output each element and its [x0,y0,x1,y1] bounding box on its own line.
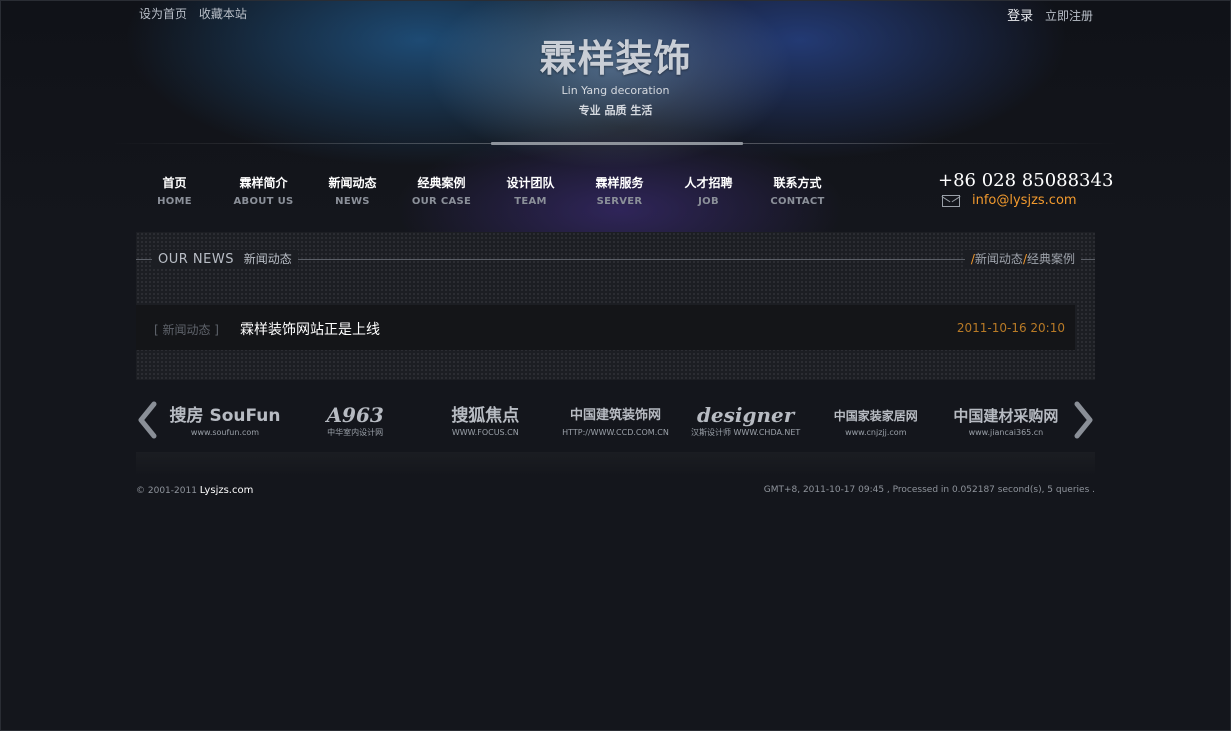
nav-label: 首页 [162,176,187,190]
nav-item-about[interactable]: 霖样简介 ABOUT US [219,174,308,207]
nav-label: 霖样服务 [595,176,644,190]
partner-url: 中华室内设计网 [327,427,384,437]
news-item-title[interactable]: 霖样装饰网站正是上线 [240,319,380,339]
partner-name: 搜房 SouFun [169,405,281,426]
partner-name: designer [696,402,795,427]
partner-url: www.jiancai365.cn [968,427,1044,437]
site-logo[interactable]: 霖样装饰 Lin Yang decoration 专业 品质 生活 [0,28,1231,118]
partner-url: www.cnjzjj.com [845,427,907,437]
header-divider-highlight [491,142,743,145]
nav-item-home[interactable]: 首页 HOME [130,174,219,207]
nav-sublabel: SERVER [596,196,643,207]
partner-name: 搜狐焦点 [451,405,520,426]
partner-carousel: 搜房 SouFun www.soufun.com A963 中华室内设计网 搜狐… [136,395,1095,447]
nav-sublabel: ABOUT US [233,196,294,207]
main-nav: 首页 HOME 霖样简介 ABOUT US 新闻动态 NEWS 经典案例 OUR… [130,174,842,207]
partner-logo-cnjzjj[interactable]: 中国家装家居网 www.cnjzjj.com [817,398,935,444]
partner-url: 汉斯设计师 WWW.CHDA.NET [690,427,801,437]
footer-copyright: © 2001-2011 Lysjzs.com [136,485,253,496]
news-title-en: OUR NEWS [158,252,234,267]
footer-stats: GMT+8, 2011-10-17 09:45 , Processed in 0… [763,485,1095,495]
news-title-cn: 新闻动态 [243,252,292,266]
bookmark-site-link[interactable]: 收藏本站 [199,7,247,21]
partner-logo-jiancai365[interactable]: 中国建材采购网 www.jiancai365.cn [947,398,1065,444]
top-right-links: 登录 立即注册 [999,5,1093,24]
nav-item-contact[interactable]: 联系方式 CONTACT [753,174,842,207]
email-row: info@lysjzs.com [938,193,1113,208]
news-tag: [ 新闻动态 ] [154,323,219,337]
partner-logo-designer[interactable]: designer 汉斯设计师 WWW.CHDA.NET [687,398,805,444]
nav-sublabel: TEAM [514,196,547,207]
partner-logo-a963[interactable]: A963 中华室内设计网 [296,398,414,444]
nav-sublabel: JOB [698,196,719,207]
partner-url: WWW.FOCUS.CN [451,427,519,437]
set-homepage-link[interactable]: 设为首页 [139,7,187,21]
nav-item-case[interactable]: 经典案例 OUR CASE [397,174,486,207]
login-link[interactable]: 登录 [1007,9,1033,24]
logo-slogan: 专业 品质 生活 [578,104,653,117]
partner-url: HTTP://WWW.CCD.COM.CN [562,427,669,437]
news-section-links: /新闻动态/经典案例 [964,250,1081,267]
news-section-title: OUR NEWS 新闻动态 [152,250,298,267]
nav-label: 设计团队 [506,176,555,190]
news-list-item: [ 新闻动态 ] 霖样装饰网站正是上线 2011-10-16 20:10 [136,305,1075,350]
chevron-left-icon[interactable] [136,401,160,439]
nav-sublabel: OUR CASE [411,196,472,207]
nav-item-job[interactable]: 人才招聘 JOB [664,174,753,207]
phone-number: +86 028 85088343 [938,170,1114,191]
contact-info: +86 028 85088343 info@lysjzs.com [938,170,1113,208]
nav-label: 经典案例 [417,176,466,190]
top-left-links: 设为首页 收藏本站 [139,5,255,22]
partner-logo-soufun[interactable]: 搜房 SouFun www.soufun.com [166,398,284,444]
partner-logo-ccd[interactable]: 中国建筑装饰网 HTTP://WWW.CCD.COM.CN [556,398,674,444]
partner-name: 中国建筑装饰网 [569,407,661,423]
nav-item-server[interactable]: 霖样服务 SERVER [575,174,664,207]
nav-sublabel: HOME [157,196,192,207]
nav-label: 联系方式 [773,176,822,190]
nav-label: 新闻动态 [328,176,377,190]
partner-logos: 搜房 SouFun www.soufun.com A963 中华室内设计网 搜狐… [166,395,1065,447]
partner-name: A963 [326,402,384,427]
nav-item-news[interactable]: 新闻动态 NEWS [308,174,397,207]
partner-name: 中国建材采购网 [953,406,1059,425]
mail-icon [942,194,960,207]
register-link[interactable]: 立即注册 [1045,9,1093,23]
nav-label: 人才招聘 [684,176,733,190]
logo-title: 霖样装饰 [539,37,692,80]
partner-url: www.soufun.com [190,427,260,437]
news-item-date: 2011-10-16 20:10 [956,321,1065,335]
copyright-text: © 2001-2011 [136,486,200,496]
news-link[interactable]: 新闻动态 [975,252,1023,266]
chevron-right-icon[interactable] [1071,401,1095,439]
case-link[interactable]: 经典案例 [1027,252,1075,266]
partner-logo-focus[interactable]: 搜狐焦点 WWW.FOCUS.CN [426,398,544,444]
logo-subtitle: Lin Yang decoration [561,84,670,97]
partner-name: 中国家装家居网 [833,408,918,423]
nav-item-team[interactable]: 设计团队 TEAM [486,174,575,207]
nav-sublabel: NEWS [335,196,370,207]
email-link[interactable]: info@lysjzs.com [972,193,1077,208]
nav-sublabel: CONTACT [770,196,825,207]
footer-site-link[interactable]: Lysjzs.com [200,485,254,496]
footer-band [136,452,1095,476]
nav-label: 霖样简介 [239,176,288,190]
